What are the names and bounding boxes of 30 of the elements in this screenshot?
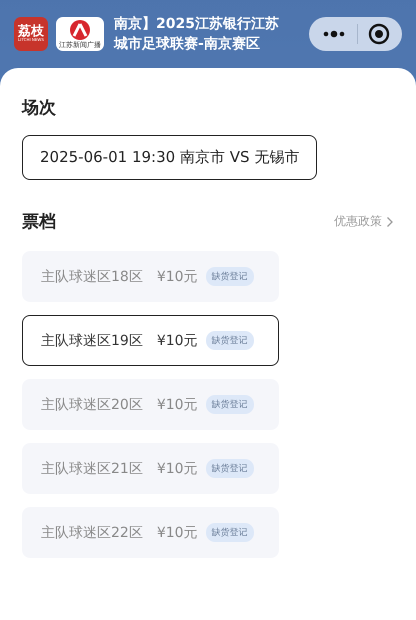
ticket-name: 主队球迷区22区 [41,524,143,542]
ticket-price: ¥10元 [156,268,198,286]
ticket-price: ¥10元 [156,332,198,350]
stock-badge: 缺货登记 [206,331,254,350]
ticket-option[interactable]: 主队球迷区19区 ¥10元 缺货登记 [22,315,279,366]
stock-badge: 缺货登记 [206,395,254,414]
close-icon[interactable] [368,23,390,45]
stock-badge: 缺货登记 [206,459,254,478]
ticket-option[interactable]: 主队球迷区18区 ¥10元 缺货登记 [22,251,279,302]
ticket-option[interactable]: 主队球迷区22区 ¥10元 缺货登记 [22,507,279,558]
page-title: 南京】2025江苏银行江苏 [114,14,280,34]
ticket-option[interactable]: 主队球迷区20区 ¥10元 缺货登记 [22,379,279,430]
session-option[interactable]: 2025-06-01 19:30 南京市 VS 无锡市 [22,135,318,180]
ticket-name: 主队球迷区20区 [41,396,143,414]
section-heading: 场次 [22,97,56,119]
section-heading: 票档 [22,211,56,233]
chevron-right-icon [386,216,394,228]
ticket-name: 主队球迷区21区 [41,460,143,478]
ticket-option[interactable]: 主队球迷区21区 ¥10元 缺货登记 [22,443,279,494]
policy-link[interactable]: 优惠政策 [334,213,394,230]
ticket-price: ¥10元 [156,524,198,542]
ticket-price: ¥10元 [156,396,198,414]
logo-text: 荔枝 [18,25,44,38]
ticket-name: 主队球迷区19区 [41,332,143,350]
page-title: 城市足球联赛-南京赛区 [114,34,261,54]
ticket-price: ¥10元 [156,460,198,478]
ticket-name: 主队球迷区18区 [41,268,143,286]
stock-badge: 缺货登记 [206,523,254,542]
stock-badge: 缺货登记 [206,267,254,286]
more-icon[interactable] [321,29,347,39]
